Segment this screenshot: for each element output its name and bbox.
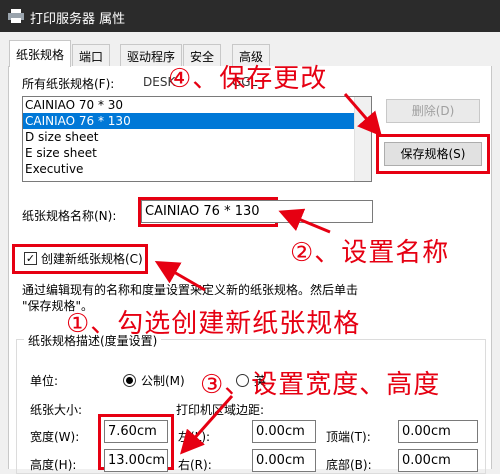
list-item-selected[interactable]: CAINIAO 76 * 130 [23,113,371,129]
list-scrollbar[interactable] [354,97,371,181]
description-text: 通过编辑现有的名称和度量设置来定义新的纸张规格。然后单击 [22,283,359,297]
annotation-step3: ③、设置宽度、高度 [200,370,441,400]
bottom-margin-label: 底部(B): [326,458,372,472]
printer-icon [8,9,24,23]
list-item[interactable]: D size sheet [23,129,371,145]
right-margin-label: 右(R): [178,458,212,472]
annotation-step2: ②、设置名称 [290,238,450,268]
form-name-label: 纸张规格名称(N): [22,209,117,223]
tab-forms[interactable]: 纸张规格 [9,40,72,67]
forms-on-label: 所有纸张规格(F): [22,77,115,91]
left-margin-label: 左(L): [178,430,211,444]
metric-label[interactable]: 公制(M) [141,372,185,389]
left-margin-input[interactable]: 0.00cm [252,420,316,443]
margins-label: 打印机区域边距: [176,403,265,417]
height-label: 高度(H): [30,458,77,472]
create-form-label[interactable]: 创建新纸张规格(C) [41,250,143,267]
top-margin-input[interactable]: 0.00cm [398,420,478,443]
list-item[interactable]: CAINIAO 70 * 30 [23,97,371,113]
annotation-step1: ①、勾选创建新纸张规格 [66,309,361,339]
annotation-step4: ④、保存更改 [168,64,328,94]
delete-button[interactable]: 删除(D) [386,99,480,123]
units-label: 单位: [30,374,59,388]
top-margin-label: 顶端(T): [326,430,371,444]
create-form-checkbox[interactable]: ✓ [24,252,37,265]
metric-radio[interactable] [123,374,136,387]
width-label: 宽度(W): [30,430,80,444]
paper-size-label: 纸张大小: [30,403,83,417]
window-title: 打印服务器 属性 [30,12,126,27]
list-item[interactable]: E size sheet [23,145,371,161]
list-item[interactable]: Executive [23,161,371,177]
save-form-button[interactable]: 保存规格(S) [384,142,482,166]
tab-ports[interactable]: 端口 [72,44,111,66]
forms-listbox[interactable]: CAINIAO 70 * 30 CAINIAO 76 * 130 D size … [22,96,372,182]
form-name-input[interactable]: CAINIAO 76 * 130 [141,200,373,223]
width-input[interactable]: 7.60cm [104,420,168,443]
